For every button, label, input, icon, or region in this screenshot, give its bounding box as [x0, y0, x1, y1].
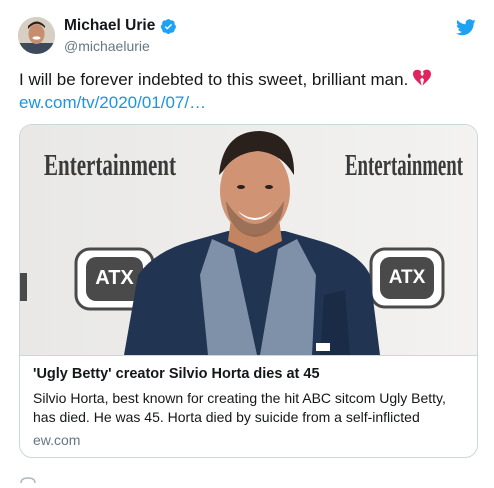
card-image[interactable]: Entertainment Entertainment ATX ATX: [20, 125, 477, 355]
twitter-bird-icon[interactable]: [455, 19, 476, 41]
card-domain: ew.com: [33, 432, 81, 448]
tweet-body: I will be forever indebted to this sweet…: [19, 70, 409, 89]
tweet-embed: Michael Urie @michaelurie I will be fore…: [0, 0, 494, 484]
author-name[interactable]: Michael Urie: [64, 17, 155, 35]
atx-badge-left-text: ATX: [95, 267, 134, 289]
verified-badge-icon: [160, 18, 177, 35]
author-handle[interactable]: @michaelurie: [64, 38, 150, 54]
backdrop-logo-right: Entertainment: [345, 147, 463, 182]
backdrop-logo-left: Entertainment: [44, 147, 176, 182]
author-avatar[interactable]: [18, 17, 55, 54]
atx-badge-right: ATX: [369, 247, 445, 309]
broken-heart-icon: [412, 69, 432, 94]
author-name-row[interactable]: Michael Urie: [64, 17, 177, 35]
card-title[interactable]: 'Ugly Betty' creator Silvio Horta dies a…: [33, 366, 320, 382]
card-description: Silvio Horta, best known for creating th…: [33, 390, 446, 425]
card-body[interactable]: 'Ugly Betty' creator Silvio Horta dies a…: [20, 355, 477, 457]
action-icon-partial: [19, 470, 37, 484]
link-preview-card[interactable]: Entertainment Entertainment ATX ATX 'Ugl…: [19, 124, 478, 458]
atx-badge-right-text: ATX: [389, 267, 426, 288]
tweet-text: I will be forever indebted to this sweet…: [19, 68, 479, 94]
tweet-link[interactable]: ew.com/tv/2020/01/07/…: [19, 93, 206, 113]
